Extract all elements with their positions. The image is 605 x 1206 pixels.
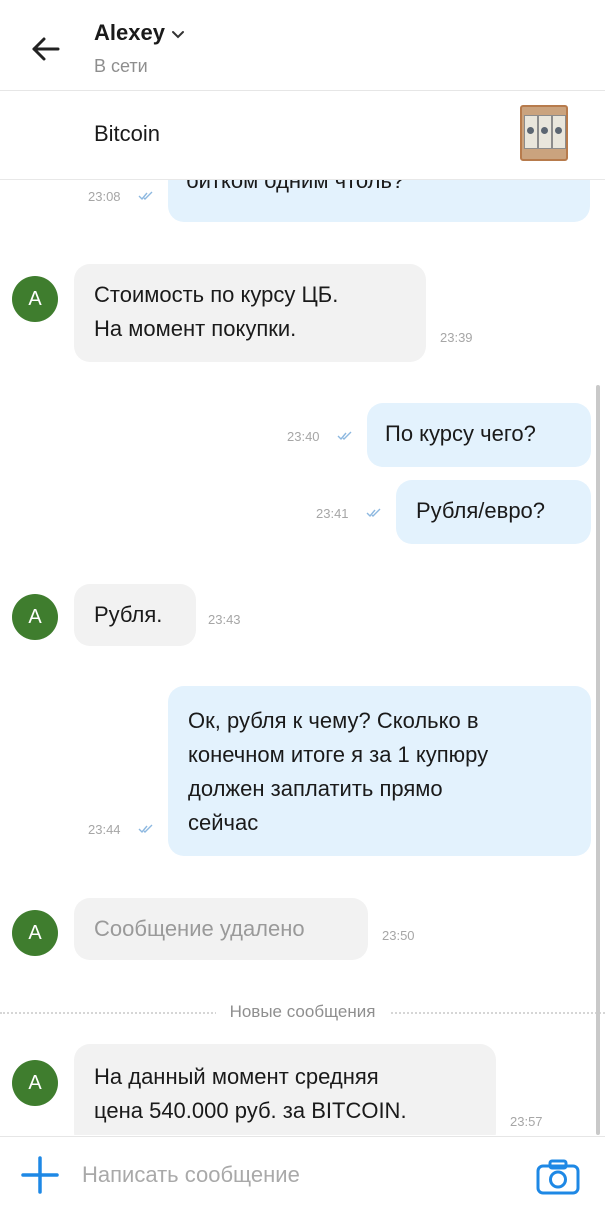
message-text: Рубля/евро? (416, 498, 546, 523)
message-time: 23:39 (440, 330, 473, 345)
chevron-down-icon[interactable] (171, 27, 185, 41)
camera-icon[interactable] (536, 1159, 580, 1195)
double-check-icon (138, 191, 153, 201)
message-bubble-outgoing[interactable]: битком одним чтоль? (168, 180, 590, 222)
message-time: 23:57 (510, 1114, 543, 1129)
message-bubble-outgoing[interactable]: Ок, рубля к чему? Сколько в конечном ито… (168, 686, 591, 856)
message-bubble-incoming[interactable]: На данный момент средняя цена 540.000 ру… (74, 1044, 496, 1135)
message-bubble-deleted[interactable]: Сообщение удалено (74, 898, 368, 960)
message-text: битком одним чтоль? (186, 180, 405, 193)
avatar[interactable]: A (12, 276, 58, 322)
double-check-icon (138, 824, 153, 834)
product-title: Bitcoin (94, 121, 161, 146)
message-text: Стоимость по курсу ЦБ. На момент покупки… (94, 282, 339, 341)
double-check-icon (366, 508, 381, 518)
product-bar[interactable]: Bitcoin (0, 91, 605, 180)
back-arrow-icon[interactable] (26, 30, 64, 68)
message-composer (0, 1136, 605, 1206)
message-time: 23:50 (382, 928, 415, 943)
message-time: 23:43 (208, 612, 241, 627)
contact-name-text: Alexey (94, 20, 165, 45)
message-time: 23:44 (88, 822, 121, 837)
contact-name[interactable]: Alexey (94, 20, 185, 46)
divider-label: Новые сообщения (215, 1002, 390, 1021)
message-list[interactable]: битком одним чтоль? 23:08 A Стоимость по… (0, 180, 605, 1135)
avatar[interactable]: A (12, 910, 58, 956)
chat-screen: Alexey В сети Bitcoin битком одним чтоль… (0, 0, 605, 1206)
message-time: 23:08 (88, 189, 121, 204)
message-input[interactable] (80, 1155, 514, 1195)
online-status: В сети (94, 56, 148, 76)
message-text: По курсу чего? (385, 421, 536, 446)
product-thumbnail[interactable] (520, 105, 568, 161)
chat-header: Alexey В сети (0, 0, 605, 91)
message-bubble-incoming[interactable]: Рубля. (74, 584, 196, 646)
message-text: Рубля. (94, 602, 163, 627)
message-text: Ок, рубля к чему? Сколько в конечном ито… (188, 708, 489, 835)
new-messages-divider: Новые сообщения (0, 1002, 605, 1022)
message-time: 23:41 (316, 506, 349, 521)
scrollbar[interactable] (596, 385, 600, 1135)
plus-icon[interactable] (20, 1155, 60, 1195)
avatar[interactable]: A (12, 594, 58, 640)
message-time: 23:40 (287, 429, 320, 444)
message-text: На данный момент средняя цена 540.000 ру… (94, 1064, 407, 1123)
message-bubble-outgoing[interactable]: Рубля/евро? (396, 480, 591, 544)
avatar[interactable]: A (12, 1060, 58, 1106)
double-check-icon (337, 431, 352, 441)
message-bubble-incoming[interactable]: Стоимость по курсу ЦБ. На момент покупки… (74, 264, 426, 362)
message-text: Сообщение удалено (94, 916, 305, 941)
message-bubble-outgoing[interactable]: По курсу чего? (367, 403, 591, 467)
